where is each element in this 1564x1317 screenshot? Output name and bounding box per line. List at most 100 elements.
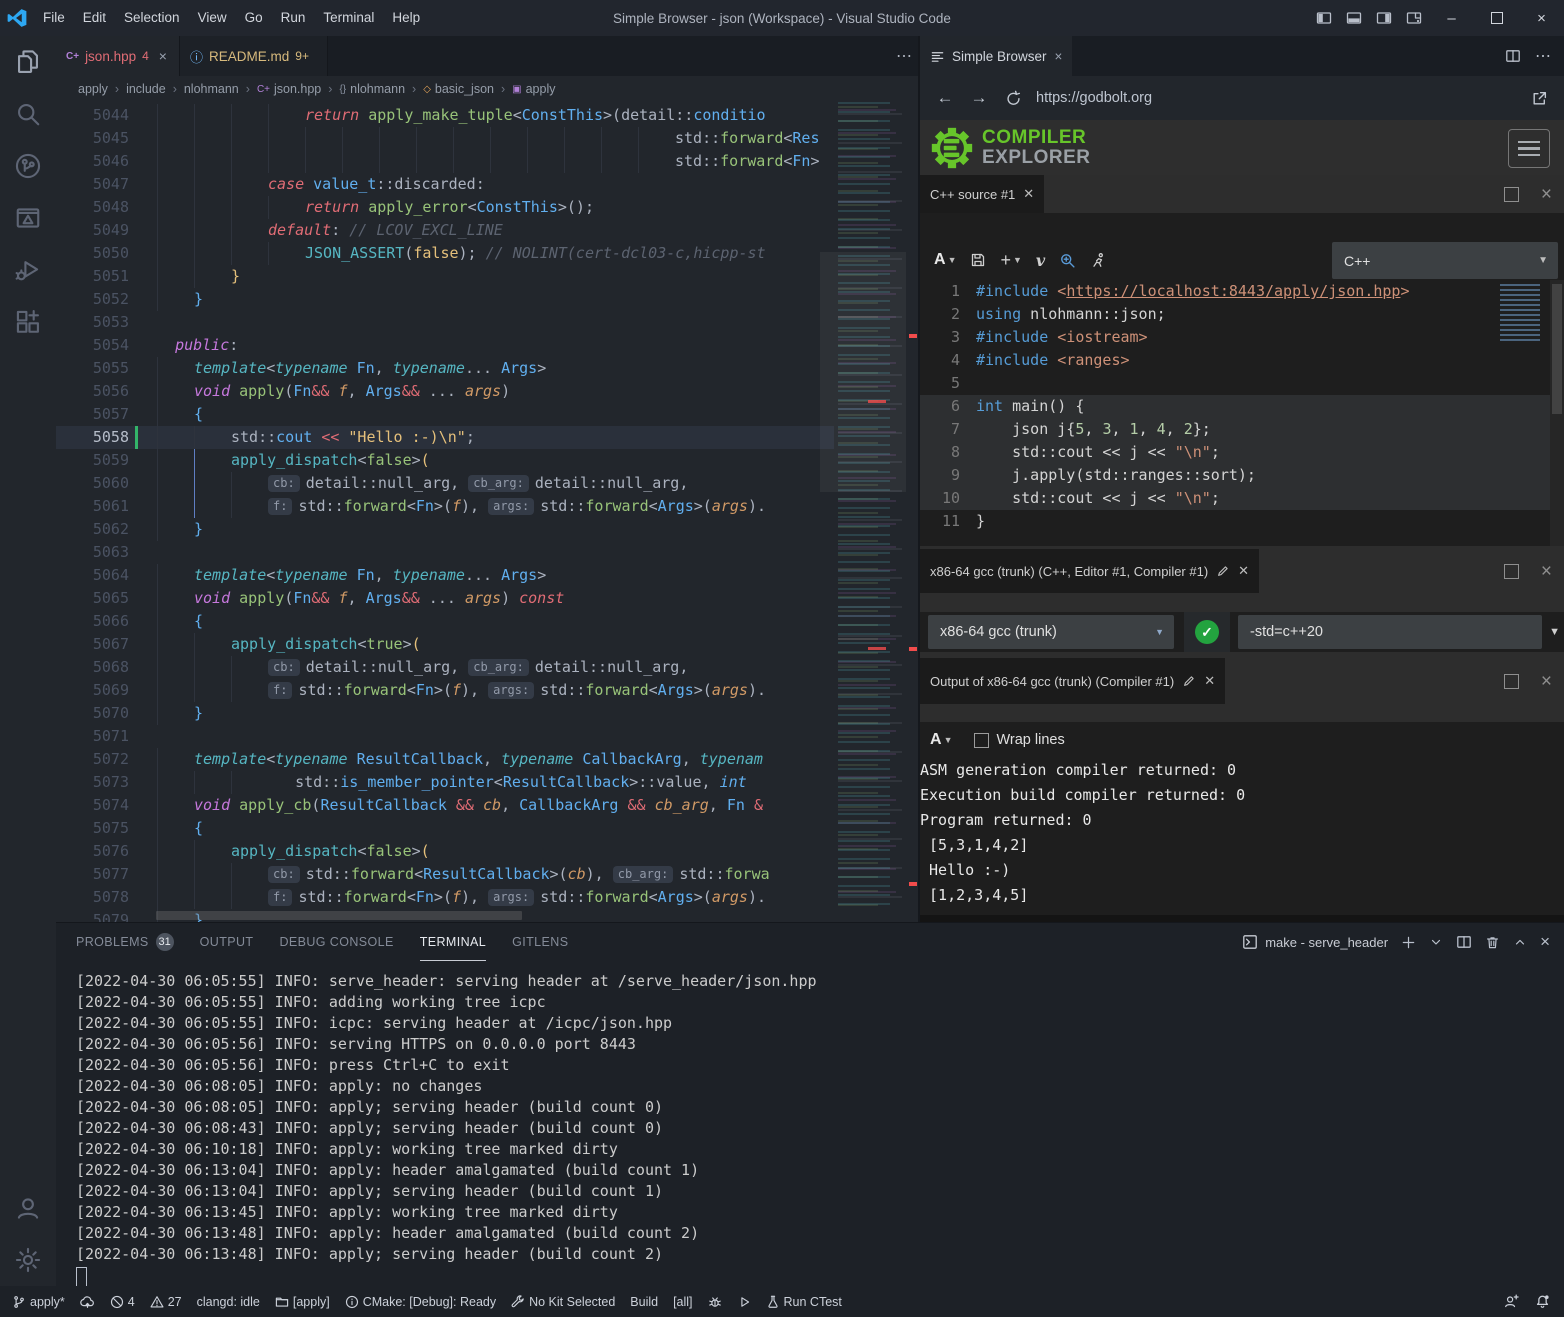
add-pane-button[interactable]: +▼ [1000,250,1021,271]
editor-more-actions[interactable]: ⋯ [896,36,912,76]
code-line[interactable]: 5046std::forward<Fn> [56,150,906,173]
code-line[interactable]: 5077cb:std::forward<ResultCallback>(cb),… [56,863,906,886]
status-27[interactable]: 27 [150,1295,182,1309]
split-editor-icon[interactable] [1498,38,1528,74]
language-select[interactable]: C++▼ [1332,242,1558,279]
activitybar-extensions[interactable] [0,296,56,348]
new-terminal-icon[interactable] [1401,935,1416,950]
edit-icon[interactable] [1216,564,1230,578]
customize-layout-icon[interactable] [1399,0,1429,36]
code-line[interactable]: 5051} [56,265,906,288]
code-line[interactable]: 5074void apply_cb(ResultCallback && cb, … [56,794,906,817]
menu-run[interactable]: Run [272,0,315,36]
code-line[interactable]: 5062} [56,518,906,541]
menu-selection[interactable]: Selection [115,0,189,36]
font-size-button[interactable]: A▼ [930,731,952,749]
horizontal-scrollbar[interactable] [156,911,522,920]
close-icon[interactable]: ✕ [1204,673,1215,689]
tab-simple-browser[interactable]: Simple Browser × [920,36,1072,76]
menu-edit[interactable]: Edit [74,0,115,36]
save-icon[interactable] [970,252,986,268]
code-line[interactable]: 5076apply_dispatch<false>( [56,840,906,863]
include-link[interactable]: https://localhost:8443/apply/json.hpp [1066,282,1400,300]
terminal-output[interactable]: [2022-04-30 06:05:55] INFO: serve_header… [76,971,1556,1290]
activitybar-cmake[interactable] [0,192,56,244]
menu-terminal[interactable]: Terminal [314,0,383,36]
wrap-lines-checkbox[interactable] [974,733,989,748]
code-line[interactable]: 5069f:std::forward<Fn>(f), args:std::for… [56,679,906,702]
status-cloud-upload[interactable] [80,1294,95,1309]
breadcrumb-item-apply[interactable]: ›▣apply [494,82,556,96]
code-line[interactable]: 5053 [56,311,906,334]
code-line[interactable]: 5063 [56,541,906,564]
activitybar-settings-gear[interactable] [0,1234,56,1286]
menu-view[interactable]: View [189,0,236,36]
tab-cpp-source[interactable]: C++ source #1 ✕ [920,175,1044,213]
chevron-down-icon[interactable] [1429,935,1443,949]
browser-code-line[interactable]: 5 [920,372,1564,395]
close-pane-icon[interactable]: × [1541,675,1552,688]
close-panel-icon[interactable]: × [1540,932,1550,952]
browser-code-line[interactable]: 6int main() { [920,395,1564,418]
status-feedback[interactable] [1504,1294,1519,1309]
status-bell-dot[interactable] [1535,1294,1550,1309]
close-icon[interactable]: × [1055,49,1063,64]
activitybar-files[interactable] [0,36,56,88]
split-terminal-icon[interactable] [1456,934,1472,950]
edit-icon[interactable] [1182,674,1196,688]
kill-terminal-icon[interactable] [1485,935,1500,950]
code-line[interactable]: 5065void apply(Fn&& f, Args&& ... args) … [56,587,906,610]
code-line[interactable]: 5048return apply_error<ConstThis>(); [56,196,906,219]
panel-tab-terminal[interactable]: TERMINAL [420,923,486,961]
toggle-panel-icon[interactable] [1339,0,1369,36]
hamburger-menu-icon[interactable] [1508,129,1550,168]
browser-code-line[interactable]: 1#include <https://localhost:8443/apply/… [920,280,1564,303]
browser-code-line[interactable]: 7 json j{5, 3, 1, 4, 2}; [920,418,1564,441]
maximize-panel-icon[interactable] [1513,935,1527,949]
code-line[interactable]: 5064template<typename Fn, typename... Ar… [56,564,906,587]
browser-code-line[interactable]: 2using nlohmann::json; [920,303,1564,326]
browser-code-line[interactable]: 4#include <ranges> [920,349,1564,372]
compiler-args-input[interactable]: -std=c++20 [1238,615,1542,649]
toggle-secondary-sidebar-icon[interactable] [1369,0,1399,36]
panel-tab-output[interactable]: OUTPUT [200,923,254,961]
zoom-icon[interactable] [1059,252,1076,269]
vim-mode-icon[interactable]: v [1036,251,1045,270]
browser-code-line[interactable]: 9 j.apply(std::ranges::sort); [920,464,1564,487]
code-line[interactable]: 5047case value_t::discarded: [56,173,906,196]
compile-status-button[interactable]: ✓ [1184,612,1230,652]
status-no-kit-selected[interactable]: No Kit Selected [511,1295,615,1309]
compiler-select[interactable]: x86-64 gcc (trunk)▼ [928,615,1174,649]
code-line[interactable]: 5054 public: [56,334,906,357]
maximize-pane-icon[interactable] [1504,674,1519,689]
panel-tab-gitlens[interactable]: GITLENS [512,923,568,961]
close-button[interactable]: × [1519,0,1564,36]
status-build[interactable]: Build [630,1295,658,1309]
close-icon[interactable]: × [157,48,169,64]
activitybar-run-debug[interactable] [0,244,56,296]
breadcrumb-item-include[interactable]: ›include [108,82,166,96]
more-actions-icon[interactable]: ⋯ [1528,38,1558,74]
status--all-[interactable]: [all] [673,1295,692,1309]
menu-file[interactable]: File [34,0,74,36]
shortlink-icon[interactable] [1090,252,1106,268]
code-line[interactable]: 5061f:std::forward<Fn>(f), args:std::for… [56,495,906,518]
code-line[interactable]: 5052} [56,288,906,311]
url-field[interactable]: https://godbolt.org [1036,90,1522,106]
code-line[interactable]: 5070} [56,702,906,725]
terminal-select[interactable]: make - serve_header [1242,934,1388,950]
breadcrumb-item-nlohmann[interactable]: ›nlohmann [166,82,239,96]
activitybar-account[interactable] [0,1182,56,1234]
font-size-button[interactable]: A▼ [934,251,956,269]
status-run-ctest[interactable]: Run CTest [766,1295,842,1309]
activitybar-source-control[interactable] [0,140,56,192]
close-pane-icon[interactable]: × [1541,188,1552,201]
status--apply-[interactable]: [apply] [275,1295,330,1309]
status-bug[interactable] [708,1295,722,1309]
browser-source-editor[interactable]: 1#include <https://localhost:8443/apply/… [920,280,1564,582]
tab-compiler[interactable]: x86-64 gcc (trunk) (C++, Editor #1, Comp… [920,549,1259,593]
code-line[interactable]: 5045std::forward<Res [56,127,906,150]
minimap[interactable] [834,102,906,910]
status-cmake-debug-ready[interactable]: CMake: [Debug]: Ready [345,1295,496,1309]
code-line[interactable]: 5059apply_dispatch<false>( [56,449,906,472]
